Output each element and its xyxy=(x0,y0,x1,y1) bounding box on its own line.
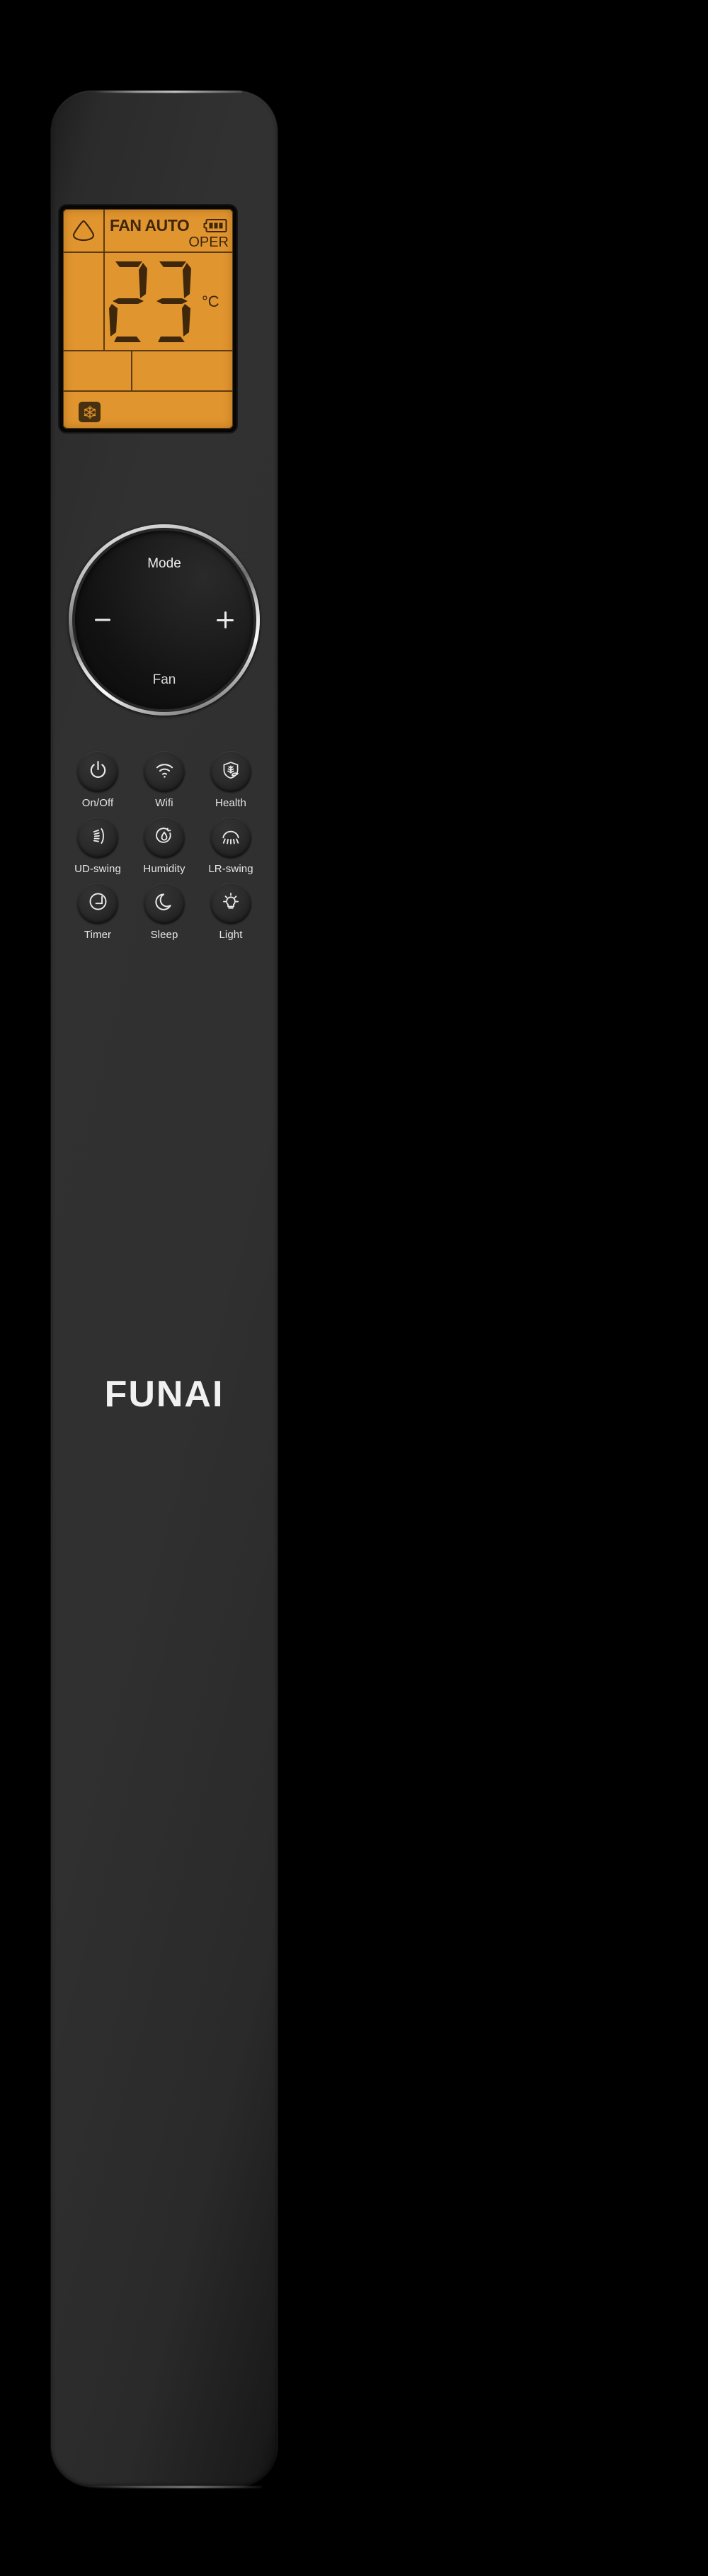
button-ud-swing[interactable]: UD-swing xyxy=(67,817,129,875)
sleep-button[interactable] xyxy=(144,883,185,924)
body-top-highlight xyxy=(93,91,242,93)
battery-icon xyxy=(203,218,227,233)
brand-logo: FUNAI xyxy=(104,1374,224,1415)
shield-leaf-icon xyxy=(221,760,241,784)
button-humidity[interactable]: Humidity xyxy=(133,817,195,875)
wifi-button[interactable] xyxy=(144,751,185,792)
button-on-off[interactable]: On/Off xyxy=(67,751,129,809)
updown-swing-icon xyxy=(88,826,108,849)
lightbulb-icon xyxy=(221,892,241,915)
water-drop-cycle-icon xyxy=(154,826,174,849)
lcd-oper-indicator: OPER xyxy=(188,235,229,250)
humidity-button[interactable] xyxy=(144,817,185,858)
lcd-fan-status: FAN AUTO xyxy=(110,216,190,235)
rounded-triangle-icon xyxy=(70,218,97,243)
wifi-label: Wifi xyxy=(155,797,173,809)
wifi-icon xyxy=(154,759,175,784)
lcd-divider-vertical-lower xyxy=(131,351,132,390)
button-health[interactable]: Health xyxy=(200,751,262,809)
button-lr-swing[interactable]: LR-swing xyxy=(200,817,262,875)
button-row: On/Off Wifi Health xyxy=(67,751,262,809)
light-button[interactable] xyxy=(210,883,251,924)
lcd-divider-horizontal-middle xyxy=(63,350,233,351)
lr-swing-label: LR-swing xyxy=(208,863,253,875)
on-off-label: On/Off xyxy=(81,797,114,809)
button-row: Timer Sleep Light xyxy=(67,883,262,941)
button-light[interactable]: Light xyxy=(200,883,262,941)
increase-temperature-button[interactable] xyxy=(217,611,234,628)
ud-swing-button[interactable] xyxy=(77,817,118,858)
timer-button[interactable] xyxy=(77,883,118,924)
remote-control-body: FAN AUTO OPER °C Mode Fan On/Off Wifi He… xyxy=(51,91,278,2488)
snowflake-icon xyxy=(79,402,101,422)
ud-swing-label: UD-swing xyxy=(74,863,121,875)
light-label: Light xyxy=(219,929,243,941)
lcd-temperature-value xyxy=(108,257,197,345)
lcd-divider-horizontal-top xyxy=(63,252,233,253)
button-wifi[interactable]: Wifi xyxy=(133,751,195,809)
clock-icon xyxy=(88,891,108,915)
mode-fan-dial[interactable]: Mode Fan xyxy=(69,524,260,716)
dial-fan-button[interactable]: Fan xyxy=(75,672,253,688)
on-off-button[interactable] xyxy=(77,751,118,792)
power-icon xyxy=(88,759,108,784)
lcd-bezel: FAN AUTO OPER °C xyxy=(59,205,236,432)
lcd-temperature-unit: °C xyxy=(202,293,219,310)
dial-mode-button[interactable]: Mode xyxy=(75,556,253,572)
sleep-label: Sleep xyxy=(150,929,178,941)
lcd-divider-vertical-left xyxy=(103,209,105,350)
health-button[interactable] xyxy=(210,751,251,792)
timer-label: Timer xyxy=(84,929,112,941)
body-bottom-highlight xyxy=(85,2486,262,2488)
button-row: UD-swing Humidity LR-swing xyxy=(67,817,262,875)
button-grid: On/Off Wifi Health UD-swing Humidity LR-… xyxy=(67,751,262,949)
humidity-label: Humidity xyxy=(143,863,185,875)
lcd-divider-horizontal-bottom xyxy=(63,390,233,392)
button-sleep[interactable]: Sleep xyxy=(133,883,195,941)
lr-swing-button[interactable] xyxy=(210,817,251,858)
dial-face[interactable]: Mode Fan xyxy=(75,531,253,709)
leftright-swing-icon xyxy=(221,826,241,849)
moon-icon xyxy=(154,892,174,915)
button-timer[interactable]: Timer xyxy=(67,883,129,941)
decrease-temperature-button[interactable] xyxy=(95,618,110,621)
health-label: Health xyxy=(215,797,246,809)
lcd-screen: FAN AUTO OPER °C xyxy=(63,209,233,429)
